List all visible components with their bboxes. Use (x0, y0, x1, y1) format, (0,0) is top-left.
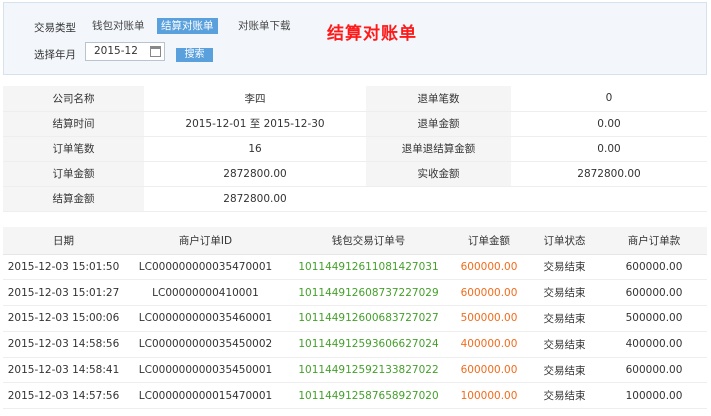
tab-wallet-statement[interactable]: 钱包对账单 (88, 18, 149, 34)
order-amount: 600000.00 (450, 279, 528, 307)
order-date: 2015-12-03 15:01:50 (3, 254, 124, 281)
order-date: 2015-12-03 15:01:27 (3, 279, 124, 307)
column-header: 订单金额 (450, 227, 528, 255)
orders-header-row: 日期 商户订单ID 钱包交易订单号 订单金额 订单状态 商户订单款 (3, 227, 707, 255)
order-date: 2015-12-03 14:58:41 (3, 357, 124, 384)
summary-key: 公司名称 (3, 86, 144, 112)
table-row[interactable]: 2015-12-03 14:58:56 LC000000000035450002 1… (3, 331, 707, 358)
merchant-order-id: LC000000000035450001 (124, 357, 287, 384)
order-date: 2015-12-03 14:57:56 (3, 382, 124, 410)
column-header: 商户订单款 (601, 227, 707, 255)
tab-statement-download[interactable]: 对账单下载 (234, 18, 295, 34)
summary-value: 0.00 (511, 111, 707, 137)
wallet-order-number: 101144912611081427031 (287, 254, 450, 281)
wallet-order-number: 101144912600683727027 (287, 305, 450, 332)
merchant-payment: 400000.00 (601, 331, 707, 358)
summary-row: 订单金额 2872800.00 实收金额 2872800.00 (3, 161, 707, 187)
column-header: 商户订单ID (124, 227, 287, 255)
order-amount: 500000.00 (450, 305, 528, 332)
order-status: 交易结束 (528, 331, 601, 358)
wallet-order-number: 101144912592133827022 (287, 357, 450, 384)
summary-key: 退单退结算金额 (366, 136, 511, 162)
summary-key: 退单金额 (366, 111, 511, 137)
orders-table: 日期 商户订单ID 钱包交易订单号 订单金额 订单状态 商户订单款 2015-12-03 … (3, 227, 707, 410)
summary-value: 0 (511, 86, 707, 112)
merchant-payment: 100000.00 (601, 382, 707, 410)
merchant-payment: 600000.00 (601, 279, 707, 307)
order-amount: 600000.00 (450, 357, 528, 384)
summary-key: 订单金额 (3, 161, 144, 187)
summary-row: 结算时间 2015-12-01 至 2015-12-30 退单金额 0.00 (3, 111, 707, 137)
column-header: 订单状态 (528, 227, 601, 255)
merchant-payment: 600000.00 (601, 357, 707, 384)
tab-settlement-statement[interactable]: 结算对账单 (157, 18, 218, 34)
merchant-order-id: LC000000000035460001 (124, 305, 287, 332)
wallet-order-number: 101144912593606627024 (287, 331, 450, 358)
summary-value: 2872800.00 (144, 186, 366, 212)
column-header: 日期 (3, 227, 124, 255)
order-amount: 100000.00 (450, 382, 528, 410)
page-title: 结算对账单 (327, 24, 417, 44)
order-amount: 600000.00 (450, 254, 528, 281)
column-header: 钱包交易订单号 (287, 227, 450, 255)
search-button[interactable]: 搜索 (176, 48, 213, 62)
summary-key: 结算金额 (3, 186, 144, 212)
merchant-order-id: LC000000000035470001 (124, 254, 287, 281)
summary-table: 公司名称 李四 退单笔数 0 结算时间 2015-12-01 至 2015-12-30 退单… (3, 86, 707, 212)
table-row[interactable]: 2015-12-03 15:00:06 LC000000000035460001 1… (3, 305, 707, 332)
table-row[interactable]: 2015-12-03 15:01:50 LC000000000035470001 1… (3, 254, 707, 281)
month-label: 选择年月 (34, 49, 76, 61)
table-row[interactable]: 2015-12-03 14:58:41 LC000000000035450001 1… (3, 357, 707, 384)
summary-row: 结算金额 2872800.00 (3, 186, 707, 212)
order-date: 2015-12-03 15:00:06 (3, 305, 124, 332)
table-row[interactable]: 2015-12-03 14:57:56 LC000000000015470001 1… (3, 382, 707, 410)
summary-row: 公司名称 李四 退单笔数 0 (3, 86, 707, 112)
merchant-order-id: LC000000000035450002 (124, 331, 287, 358)
month-input[interactable]: 2015-12 (85, 42, 165, 61)
summary-value (511, 186, 707, 212)
calendar-icon[interactable] (150, 46, 161, 57)
summary-key: 结算时间 (3, 111, 144, 137)
order-status: 交易结束 (528, 279, 601, 307)
summary-value: 16 (144, 136, 366, 162)
order-status: 交易结束 (528, 357, 601, 384)
summary-key: 退单笔数 (366, 86, 511, 112)
summary-value: 2872800.00 (144, 161, 366, 187)
summary-value: 0.00 (511, 136, 707, 162)
summary-key: 订单笔数 (3, 136, 144, 162)
summary-key (366, 186, 511, 212)
order-status: 交易结束 (528, 382, 601, 410)
summary-value: 2872800.00 (511, 161, 707, 187)
order-status: 交易结束 (528, 254, 601, 281)
wallet-order-number: 101144912608737227029 (287, 279, 450, 307)
order-amount: 400000.00 (450, 331, 528, 358)
summary-key: 实收金额 (366, 161, 511, 187)
summary-value: 2015-12-01 至 2015-12-30 (144, 111, 366, 137)
merchant-order-id: LC000000000015470001 (124, 382, 287, 410)
filter-panel: 交易类型 钱包对账单 结算对账单 对账单下载 结算对账单 选择年月 2015-1… (3, 2, 707, 75)
summary-row: 订单笔数 16 退单退结算金额 0.00 (3, 136, 707, 162)
order-status: 交易结束 (528, 305, 601, 332)
summary-value: 李四 (144, 86, 366, 112)
merchant-payment: 600000.00 (601, 254, 707, 281)
merchant-order-id: LC00000000410001 (124, 279, 287, 307)
table-row[interactable]: 2015-12-03 15:01:27 LC00000000410001 10114… (3, 279, 707, 307)
transaction-type-label: 交易类型 (34, 22, 76, 34)
order-date: 2015-12-03 14:58:56 (3, 331, 124, 358)
month-value: 2015-12 (94, 45, 138, 57)
merchant-payment: 500000.00 (601, 305, 707, 332)
wallet-order-number: 101144912587658927020 (287, 382, 450, 410)
